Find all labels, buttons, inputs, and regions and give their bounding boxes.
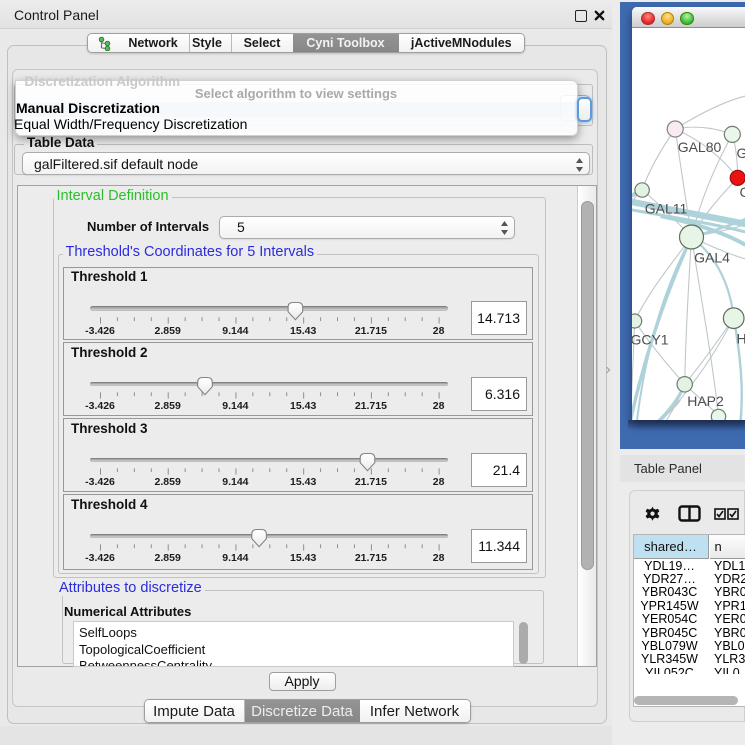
svg-text:HAP2: HAP2 <box>687 393 724 409</box>
svg-text:GA: GA <box>736 145 745 161</box>
svg-text:H: H <box>736 331 745 347</box>
svg-text:GCY1: GCY1 <box>632 332 669 348</box>
svg-text:GAL80: GAL80 <box>677 139 721 155</box>
svg-text:C: C <box>739 184 745 200</box>
svg-text:GAL4: GAL4 <box>694 250 730 266</box>
svg-text:GAL11: GAL11 <box>644 201 687 217</box>
